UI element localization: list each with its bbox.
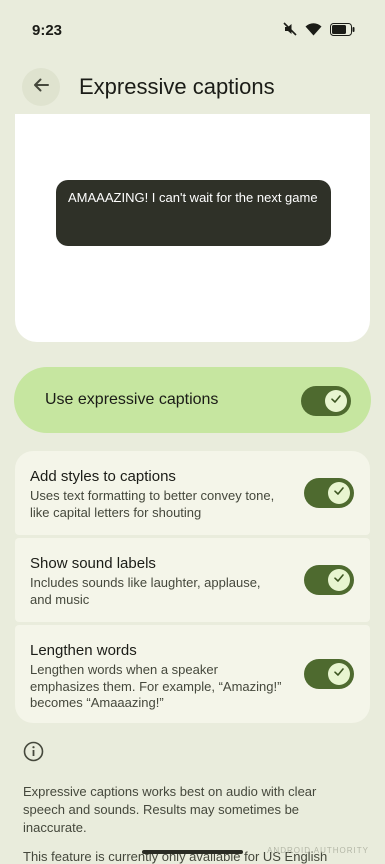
setting-description: Includes sounds like laughter, applause,… bbox=[30, 575, 261, 607]
back-button[interactable] bbox=[22, 68, 60, 106]
caption-preview-card: AMAAAZING! I can't wait for the next gam… bbox=[15, 114, 370, 342]
use-expressive-captions-row[interactable]: Use expressive captions bbox=[14, 367, 371, 433]
check-icon bbox=[333, 665, 345, 683]
setting-add-styles[interactable]: Add styles to captions Uses text formatt… bbox=[15, 451, 370, 535]
setting-title: Add styles to captions bbox=[30, 468, 176, 485]
switch-thumb bbox=[325, 390, 347, 412]
status-icons bbox=[283, 22, 355, 36]
setting-sound-labels[interactable]: Show sound labels Includes sounds like l… bbox=[15, 538, 370, 622]
switch-thumb bbox=[328, 482, 350, 504]
add-styles-switch[interactable] bbox=[304, 478, 354, 508]
switch-thumb bbox=[328, 569, 350, 591]
setting-description: Lengthen words when a speaker emphasizes… bbox=[30, 662, 282, 710]
use-expressive-captions-label: Use expressive captions bbox=[45, 391, 219, 408]
info-text: Expressive captions works best on audio … bbox=[23, 784, 317, 835]
arrow-back-icon bbox=[32, 76, 50, 99]
watermark: ANDROID AUTHORITY bbox=[267, 846, 369, 855]
use-expressive-captions-switch[interactable] bbox=[301, 386, 351, 416]
page-title: Expressive captions bbox=[79, 74, 275, 99]
info-icon bbox=[23, 741, 44, 767]
setting-lengthen-words[interactable]: Lengthen words Lengthen words when a spe… bbox=[15, 625, 370, 723]
check-icon bbox=[333, 484, 345, 502]
status-bar: 9:23 bbox=[0, 0, 385, 62]
battery-icon bbox=[330, 22, 355, 36]
app-bar: Expressive captions bbox=[0, 68, 385, 108]
switch-thumb bbox=[328, 663, 350, 685]
status-time: 9:23 bbox=[32, 22, 63, 39]
gesture-nav-handle[interactable] bbox=[142, 850, 243, 854]
check-icon bbox=[330, 392, 342, 410]
wifi-icon bbox=[305, 22, 322, 36]
check-icon bbox=[333, 571, 345, 589]
setting-description: Uses text formatting to better convey to… bbox=[30, 488, 275, 520]
setting-title: Show sound labels bbox=[30, 555, 156, 572]
caption-settings-group: Add styles to captions Uses text formatt… bbox=[15, 451, 370, 723]
caption-preview-bubble: AMAAAZING! I can't wait for the next gam… bbox=[56, 180, 331, 246]
mute-icon bbox=[283, 22, 297, 36]
setting-title: Lengthen words bbox=[30, 642, 137, 659]
lengthen-words-switch[interactable] bbox=[304, 659, 354, 689]
sound-labels-switch[interactable] bbox=[304, 565, 354, 595]
